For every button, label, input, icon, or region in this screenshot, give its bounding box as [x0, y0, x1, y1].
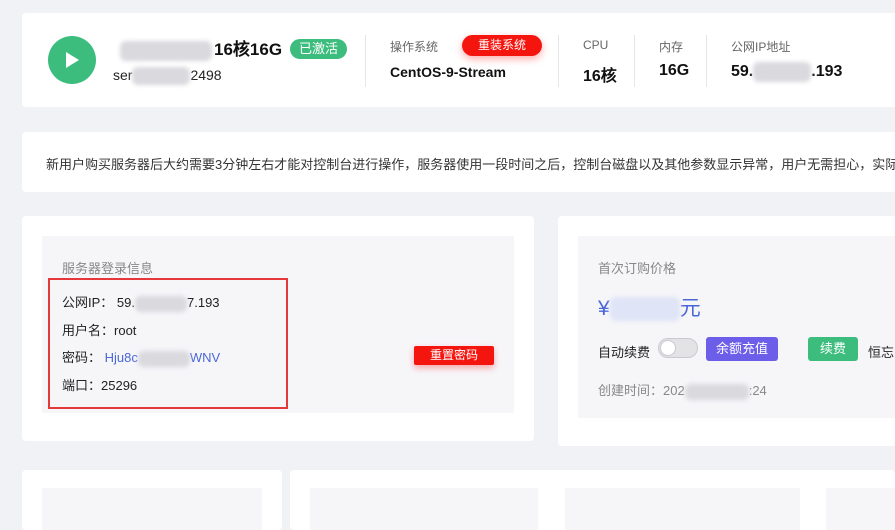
play-icon	[66, 52, 79, 68]
divider	[634, 35, 635, 87]
login-info-panel: 服务器登录信息 公网IP： 59. 7.193 用户名：root 密码： Hju8…	[42, 236, 514, 413]
start-server-button[interactable]	[48, 36, 96, 84]
cpu-value: 16核	[583, 68, 617, 85]
divider	[558, 35, 559, 87]
bottom-panel	[42, 488, 262, 530]
password-row: 密码： Hju8c WNV	[62, 350, 221, 367]
notice-card: 新用户购买服务器后大约需要3分钟左右才能对控制台进行操作，服务器使用一段时间之后…	[22, 132, 895, 192]
server-spec: 16核16G	[214, 40, 283, 59]
username-value: root	[114, 323, 137, 338]
price-title: 首次订购价格	[598, 261, 677, 276]
divider	[365, 35, 366, 87]
bottom-panel	[310, 488, 538, 530]
auto-renew-label: 自动续费	[598, 345, 651, 360]
bottom-card	[545, 470, 820, 530]
memory-value: 16G	[659, 62, 690, 79]
password-value[interactable]: Hju8c WNV	[105, 350, 220, 367]
public-ip-label: 公网IP地址	[731, 40, 791, 54]
status-badge: 已激活	[290, 39, 348, 59]
renew-button[interactable]: 续费	[808, 337, 858, 361]
bottom-card	[22, 470, 282, 530]
public-ip-value: 59. .193	[731, 62, 843, 82]
port-value: 25296	[101, 378, 138, 393]
os-label: 操作系统	[390, 40, 439, 54]
bottom-panel	[565, 488, 800, 530]
redacted-ip	[135, 295, 187, 312]
auto-renew-toggle[interactable]	[658, 338, 698, 358]
created-time: 创建时间：202:24	[598, 383, 767, 400]
bottom-card	[806, 470, 895, 530]
truncated-text: 恒忘	[868, 345, 895, 360]
redacted-id	[132, 67, 191, 86]
price-panel: 首次订购价格 ¥ 元 自动续费 余额充值 续费 恒忘 创建时间：202:24	[578, 236, 895, 418]
price-card: 首次订购价格 ¥ 元 自动续费 余额充值 续费 恒忘 创建时间：202:24	[558, 216, 895, 446]
redacted-ip	[753, 62, 812, 82]
bottom-card	[290, 470, 558, 530]
recharge-button[interactable]: 余额充值	[706, 337, 778, 361]
redacted-password	[137, 350, 190, 367]
price-value: ¥ 元	[598, 297, 701, 322]
toggle-knob	[660, 340, 676, 356]
server-name: 16核16G 已激活	[120, 35, 348, 61]
redacted-date	[684, 383, 749, 400]
server-header-card: 16核16G 已激活 ser 2498 操作系统 重装系统 CentOS-9-Str…	[22, 13, 895, 107]
server-id: ser 2498	[113, 67, 222, 86]
redacted-name	[120, 40, 212, 61]
notice-text: 新用户购买服务器后大约需要3分钟左右才能对控制台进行操作，服务器使用一段时间之后…	[46, 157, 895, 172]
cpu-label: CPU	[583, 38, 609, 52]
os-value: CentOS-9-Stream	[390, 64, 506, 80]
username-row: 用户名：root	[62, 323, 137, 338]
port-row: 端口：25296	[62, 378, 138, 393]
reinstall-os-button[interactable]: 重装系统	[462, 35, 542, 56]
login-info-title: 服务器登录信息	[62, 261, 154, 276]
bottom-panel	[826, 488, 895, 530]
reset-password-button[interactable]: 重置密码	[414, 346, 494, 365]
memory-label: 内存	[659, 40, 684, 54]
ip-row: 公网IP： 59. 7.193	[62, 295, 220, 312]
divider	[706, 35, 707, 87]
redacted-price	[609, 297, 680, 322]
login-info-card: 服务器登录信息 公网IP： 59. 7.193 用户名：root 密码： Hju8…	[22, 216, 534, 441]
